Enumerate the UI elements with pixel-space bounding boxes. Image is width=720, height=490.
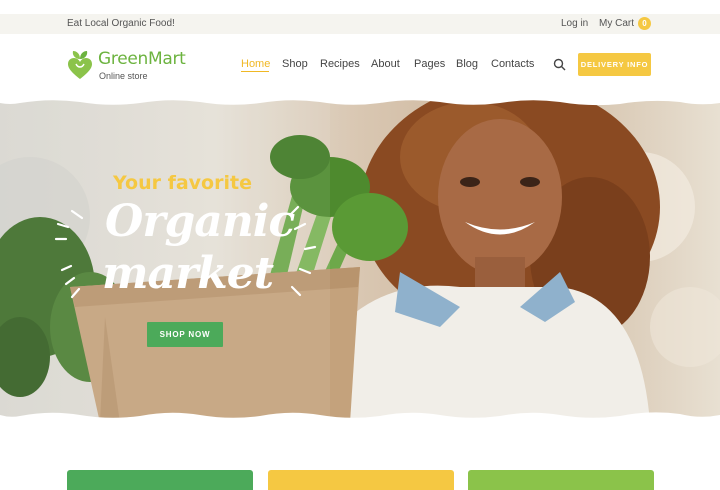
hero-kicker: Your favorite <box>113 172 252 194</box>
tagline: Eat Local Organic Food! <box>67 18 175 29</box>
nav-item-home[interactable]: Home <box>241 58 270 70</box>
active-nav-underline <box>241 71 269 72</box>
nav-item-blog[interactable]: Blog <box>456 58 478 70</box>
login-link[interactable]: Log in <box>561 18 588 29</box>
feature-card-green[interactable] <box>67 470 253 490</box>
cart-link[interactable]: My Cart <box>599 18 634 29</box>
nav-item-contacts[interactable]: Contacts <box>491 58 534 70</box>
nav-item-about[interactable]: About <box>371 58 400 70</box>
nav-item-recipes[interactable]: Recipes <box>320 58 360 70</box>
hero-headline-line2: market <box>102 248 274 299</box>
top-bar: Eat Local Organic Food! Log in My Cart 0 <box>0 14 720 34</box>
hero-headline-line1: Organic <box>105 196 295 247</box>
delivery-info-button[interactable]: DELIVERY INFO <box>578 53 651 76</box>
cart-count-badge: 0 <box>638 17 651 30</box>
shop-now-button[interactable]: SHOP NOW <box>147 322 223 347</box>
nav-item-shop[interactable]: Shop <box>282 58 308 70</box>
feature-card-yellow[interactable] <box>268 470 454 490</box>
nav-item-pages[interactable]: Pages <box>414 58 445 70</box>
search-icon[interactable] <box>553 58 566 71</box>
feature-card-light-green[interactable] <box>468 470 654 490</box>
